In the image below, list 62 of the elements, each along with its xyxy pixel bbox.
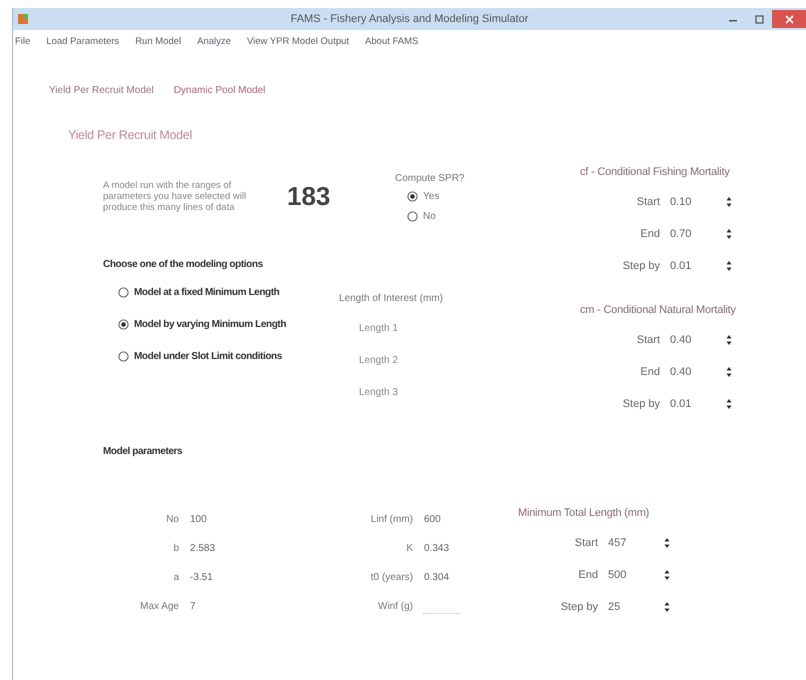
group-heading: cf - Conditional Fishing Mortality [580,166,731,178]
spinner-icon[interactable] [726,334,732,346]
group-label: Compute SPR? [395,173,464,184]
field-label: Step by [560,601,598,613]
spinner-icon[interactable] [664,601,670,613]
menu-item[interactable]: Analyze [197,36,231,47]
menu-item[interactable]: View YPR Model Output [246,36,350,47]
field-label: Start [636,334,660,346]
field-label: End [639,228,660,240]
spinner-icon[interactable] [664,537,670,549]
radio-button[interactable] [407,190,418,202]
spinner-icon[interactable] [726,366,732,378]
menu-item[interactable]: Load Parameters [46,36,120,47]
field-label: End [577,569,598,581]
field-label: Start [636,196,660,208]
page-heading: Yield Per Recruit Model [68,128,192,142]
menu-item[interactable]: File [15,36,30,47]
length-label: Length 1 [359,322,398,334]
option-label: Model by varying Minimum Length [134,318,286,330]
option-label: No [423,210,436,222]
length-label: Length 2 [359,354,398,366]
option-label: Model at a fixed Minimum Length [134,286,280,298]
parameter-label: a [172,572,179,583]
field-label: Step by [622,398,660,410]
parameter-label: Winf (g) [377,601,413,612]
spinner-icon[interactable] [726,398,732,410]
parameter-label: No [165,514,179,525]
option-label: Model under Slot Limit conditions [134,350,282,362]
parameter-label: b [172,543,179,554]
field-label: End [639,366,660,378]
radio-button[interactable] [407,210,418,222]
group-heading: cm - Conditional Natural Mortality [580,304,737,316]
option-label: Yes [423,190,440,202]
app-icon [17,13,29,25]
spinner-icon[interactable] [726,228,732,240]
tab[interactable]: Dynamic Pool Model [174,85,266,96]
spinner-icon[interactable] [726,260,732,272]
field-label: Start [574,537,598,549]
menu-item[interactable]: About FAMS [365,36,418,47]
radio-button[interactable] [118,318,129,330]
run-description: A model run with the ranges of parameters you have selected will produce this many lines of data [103,180,248,213]
length-label: Length 3 [359,386,398,398]
radio-button[interactable] [118,350,129,362]
section-heading: Model parameters [103,446,182,457]
parameter-label: Max Age [139,601,179,612]
group-label: Length of Interest (mm) [339,293,443,304]
spinner-icon[interactable] [726,196,732,208]
parameter-label: K [405,543,413,554]
window-title: FAMS - Fishery Analysis and Modeling Simulator [290,13,528,25]
parameter-label: t0 (years) [370,572,413,583]
close-button[interactable] [772,10,806,28]
menu-item[interactable]: Run Model [135,36,182,47]
spinner-icon[interactable] [664,569,670,581]
parameter-label: Linf (mm) [370,514,413,525]
radio-button[interactable] [118,286,129,298]
close-icon [784,14,794,24]
maximize-icon [754,14,764,24]
field-label: Step by [622,260,660,272]
section-heading: Choose one of the modeling options [103,259,263,270]
tab[interactable]: Yield Per Recruit Model [49,85,154,96]
line-count: 183 [287,181,330,212]
group-heading: Minimum Total Length (mm) [518,507,650,519]
